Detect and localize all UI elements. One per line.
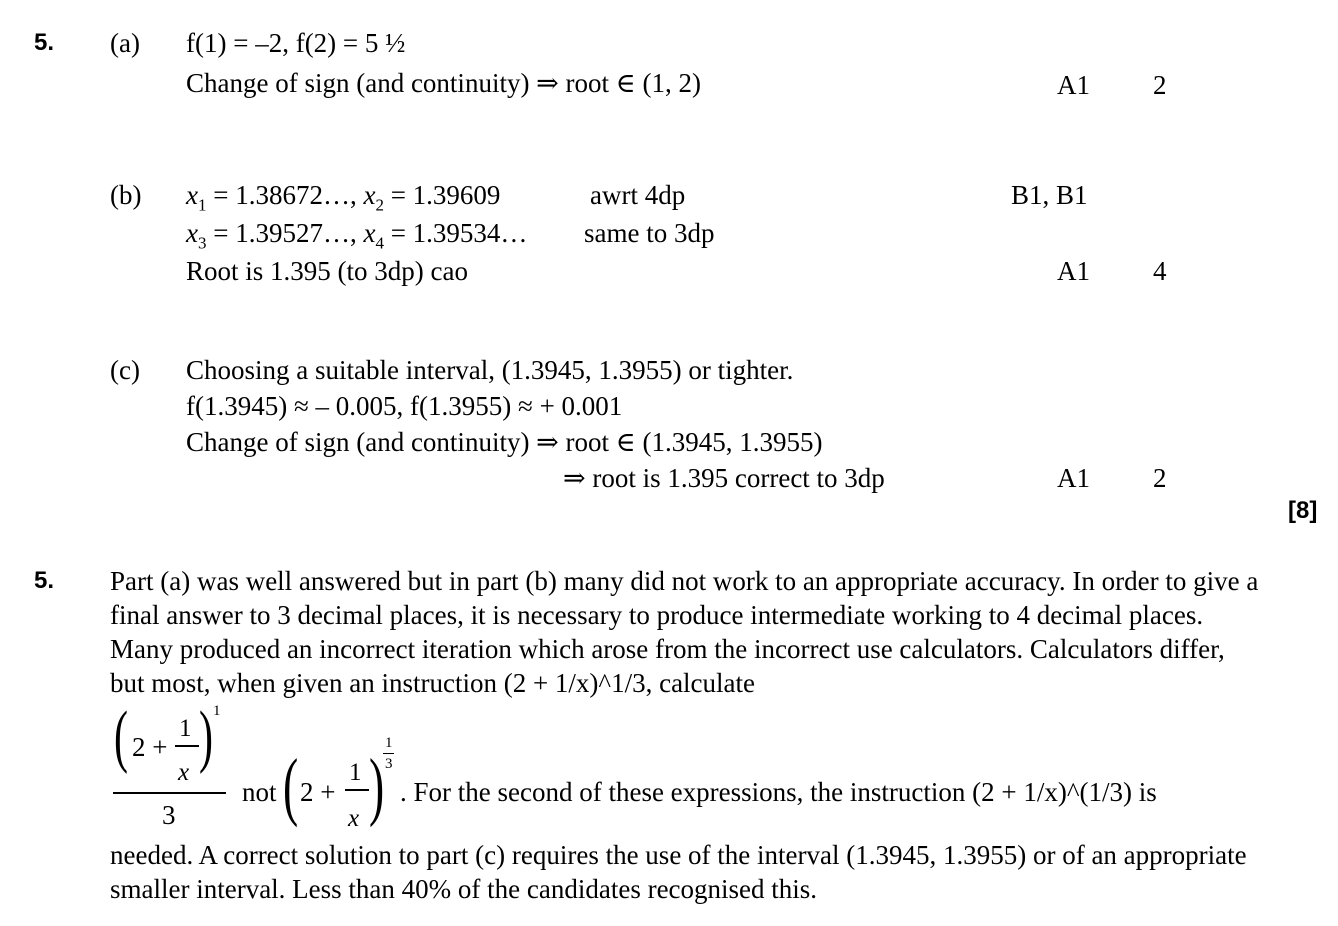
part-a-line-1: f(1) = –2, f(2) = 5 ½: [186, 28, 406, 58]
report-paragraph-1: Part (a) was well answered but in part (…: [110, 566, 1259, 698]
part-b-line-1: x1 = 1.38672…, x2 = 1.39609: [186, 180, 501, 215]
main-fraction-bar: [113, 792, 226, 794]
x2-symbol: x: [363, 180, 376, 210]
exponent-numerator: 1: [385, 735, 393, 751]
two-plus-a: 2 +: [132, 732, 168, 762]
part-a-mark: A1: [1057, 70, 1090, 100]
right-paren-a: ): [199, 698, 213, 775]
part-b-note-1: awrt 4dp: [590, 180, 686, 210]
part-c-label: (c): [110, 355, 140, 385]
x4-symbol: x: [363, 218, 376, 248]
part-b-total: 4: [1153, 256, 1167, 286]
inner-fraction-bar-a: [175, 745, 199, 747]
left-paren-b: (: [283, 744, 299, 828]
part-b-mark-2: A1: [1057, 256, 1090, 286]
part-b-line-2: x3 = 1.39527…, x4 = 1.39534…: [186, 218, 528, 253]
part-b-mark-1: B1, B1: [1011, 180, 1088, 210]
x2-subscript: 2: [375, 195, 384, 215]
power-one: 1: [213, 703, 221, 719]
exponent-denominator: 3: [385, 756, 393, 772]
denominator-three: 3: [162, 800, 176, 830]
exponent-bar: [383, 753, 394, 754]
x2-value: = 1.39609: [383, 180, 501, 210]
part-c-line-3: Change of sign (and continuity) ⇒ root ∈…: [186, 427, 823, 457]
x3-symbol: x: [186, 218, 198, 248]
numerator-one-b: 1: [349, 759, 362, 786]
question-total: [8]: [1288, 497, 1318, 524]
inner-fraction-bar-b: [345, 789, 369, 791]
part-a-line-2: Change of sign (and continuity) ⇒ root ∈…: [186, 68, 702, 98]
part-b-note-2: same to 3dp: [584, 218, 715, 248]
x1-symbol: x: [186, 180, 198, 210]
x3-value: = 1.39527…,: [206, 218, 364, 248]
left-paren-a: (: [114, 698, 128, 775]
numerator-one-a: 1: [179, 715, 192, 742]
part-a-label: (a): [110, 28, 140, 58]
part-b-label: (b): [110, 180, 142, 210]
part-c-line-2: f(1.3945) ≈ – 0.005, f(1.3955) ≈ + 0.001: [186, 391, 623, 421]
x4-value: = 1.39534…: [383, 218, 528, 248]
denominator-x-a: x: [178, 759, 190, 786]
part-c-line-4: ⇒ root is 1.395 correct to 3dp: [563, 463, 885, 493]
two-plus-b: 2 +: [300, 777, 336, 807]
report-paragraph-2: needed. A correct solution to part (c) r…: [110, 840, 1247, 904]
part-c-total: 2: [1153, 463, 1167, 493]
x4-subscript: 4: [375, 233, 384, 253]
not-word: not: [242, 777, 277, 807]
question-number: 5.: [34, 29, 55, 56]
report-question-number: 5.: [34, 567, 55, 594]
x1-value: = 1.38672…,: [206, 180, 364, 210]
part-a-total: 2: [1153, 70, 1167, 100]
part-b-line-3: Root is 1.395 (to 3dp) cao: [186, 256, 468, 286]
part-c-mark: A1: [1057, 463, 1090, 493]
part-c-line-1: Choosing a suitable interval, (1.3945, 1…: [186, 355, 794, 385]
right-paren-b: ): [369, 744, 385, 828]
formula-tail-text: . For the second of these expressions, t…: [400, 777, 1157, 807]
denominator-x-b: x: [348, 805, 360, 832]
